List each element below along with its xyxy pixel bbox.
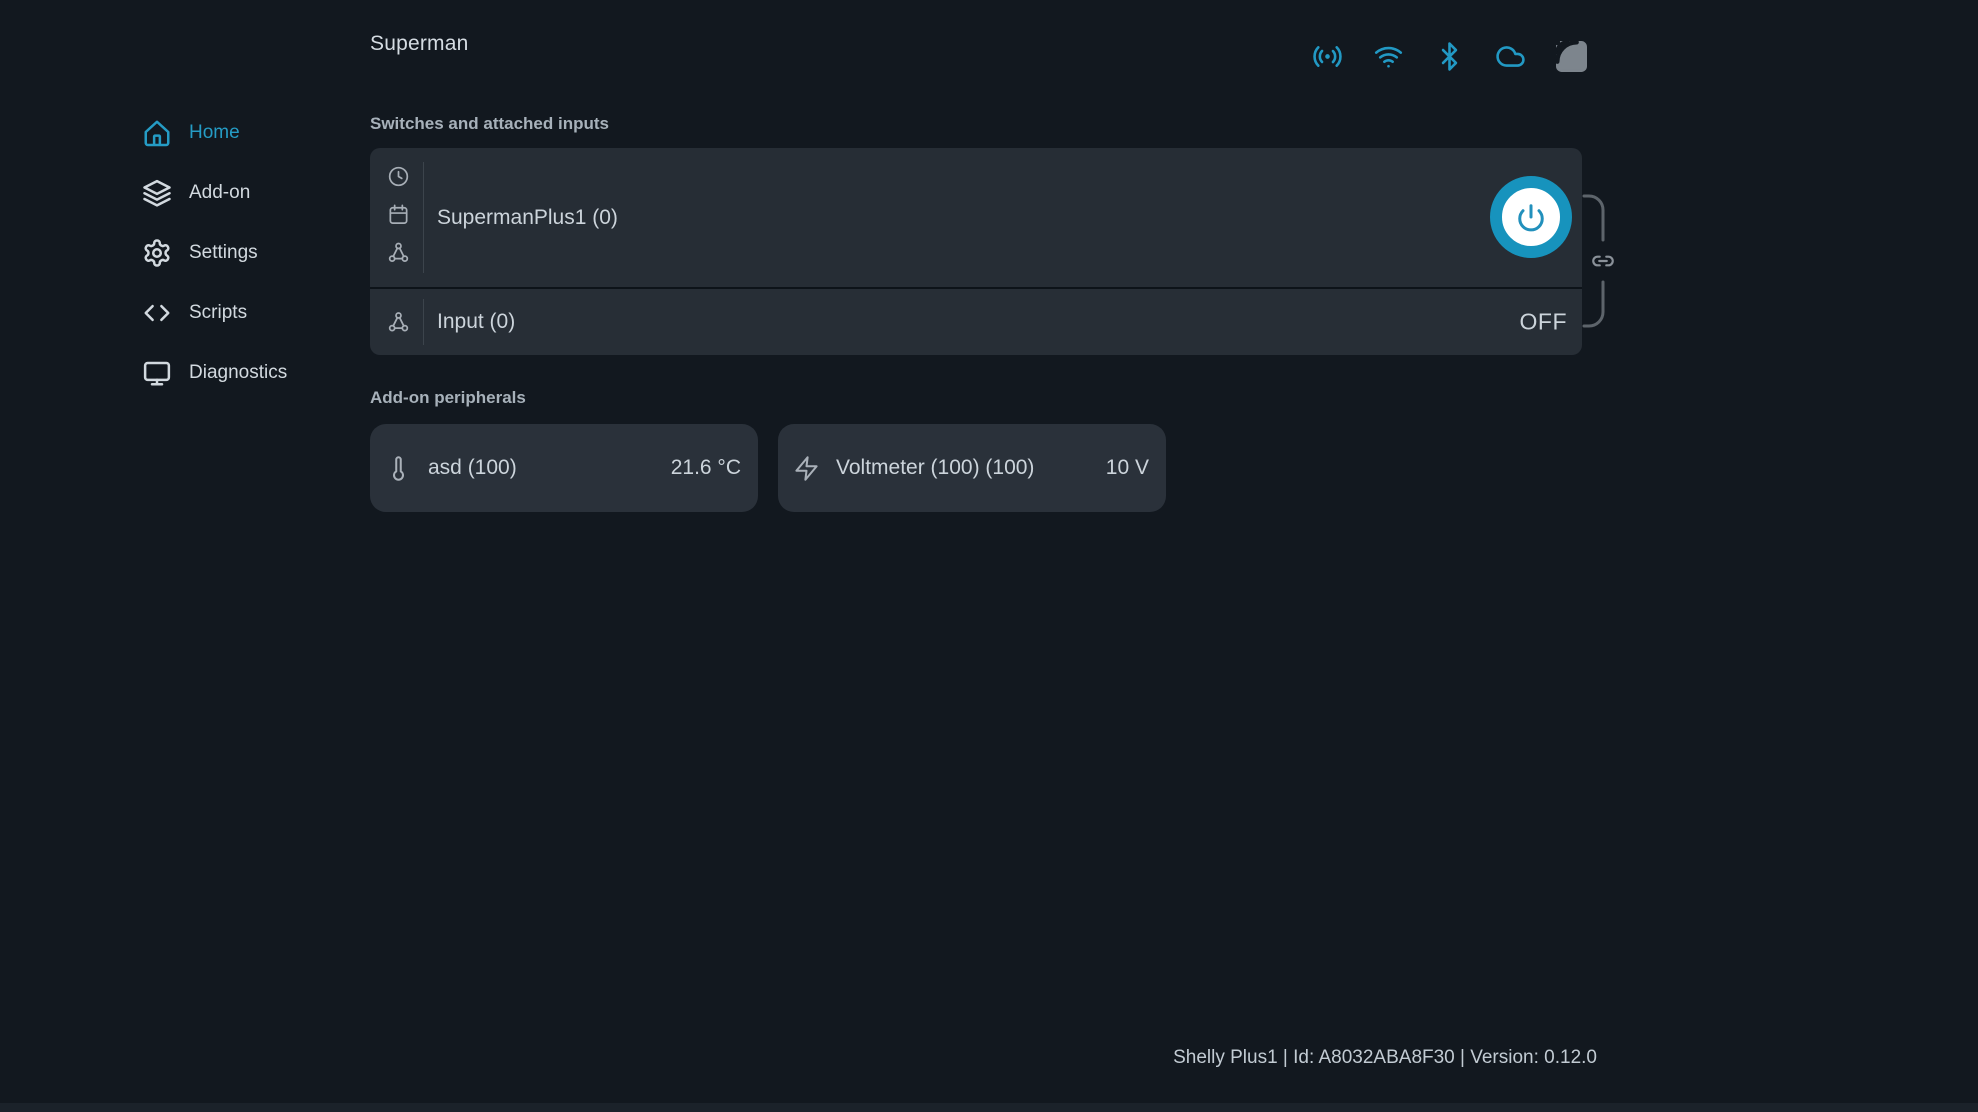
code-icon: [142, 298, 172, 328]
sidebar-item-diagnostics[interactable]: Diagnostics: [142, 343, 372, 403]
device-info-footer: Shelly Plus1 | Id: A8032ABA8F30 | Versio…: [1173, 1047, 1597, 1069]
switch-row[interactable]: SupermanPlus1 (0): [370, 148, 1582, 287]
input-state-badge: OFF: [1520, 309, 1568, 336]
status-bar: [1312, 41, 1587, 72]
schedule-icon: [387, 165, 410, 188]
home-icon: [142, 118, 172, 148]
sidebar-item-label: Add-on: [189, 182, 250, 204]
sidebar: Home Add-on Settings: [142, 103, 372, 403]
sidebar-item-settings[interactable]: Settings: [142, 223, 372, 283]
sidebar-item-scripts[interactable]: Scripts: [142, 283, 372, 343]
peripherals-list: asd (100) 21.6 °C Voltmeter (100) (100) …: [370, 424, 1166, 512]
peripheral-card-voltmeter[interactable]: Voltmeter (100) (100) 10 V: [778, 424, 1166, 512]
calendar-icon: [387, 203, 410, 226]
sidebar-item-label: Scripts: [189, 302, 247, 324]
input-row[interactable]: Input (0) OFF: [370, 289, 1582, 355]
peripheral-value: 21.6 °C: [671, 456, 741, 480]
webhook-icon: [387, 241, 410, 264]
sidebar-item-addon[interactable]: Add-on: [142, 163, 372, 223]
shelly-device-page: Superman: [0, 0, 1978, 1112]
switch-row-feature-icons: [387, 165, 410, 264]
sidebar-item-label: Diagnostics: [189, 362, 287, 384]
switches-section-title: Switches and attached inputs: [370, 114, 609, 134]
switch-card: SupermanPlus1 (0) Input (0) OFF: [370, 148, 1582, 355]
webhook-icon: [387, 311, 410, 334]
peripheral-card-temperature[interactable]: asd (100) 21.6 °C: [370, 424, 758, 512]
switch-name: SupermanPlus1 (0): [437, 206, 618, 230]
peripheral-value: 10 V: [1106, 456, 1149, 480]
monitor-icon: [142, 358, 172, 388]
sidebar-item-label: Home: [189, 122, 240, 144]
horizontal-scrollbar[interactable]: [0, 1103, 1978, 1112]
power-icon: [1516, 202, 1546, 232]
divider: [423, 299, 424, 345]
gear-icon: [142, 238, 172, 268]
sidebar-item-home[interactable]: Home: [142, 103, 372, 163]
layers-icon: [142, 178, 172, 208]
wifi-icon: [1373, 41, 1404, 72]
peripheral-name: asd (100): [428, 456, 517, 480]
link-icon: [1590, 248, 1616, 274]
power-toggle-button[interactable]: [1490, 176, 1572, 258]
thermometer-icon: [385, 455, 412, 482]
sidebar-item-label: Settings: [189, 242, 258, 264]
rss-feed-icon: [1556, 41, 1587, 72]
cloud-icon: [1495, 41, 1526, 72]
voltage-icon: [793, 455, 820, 482]
access-point-icon: [1312, 41, 1343, 72]
divider: [423, 162, 424, 273]
peripheral-name: Voltmeter (100) (100): [836, 456, 1034, 480]
bluetooth-icon: [1434, 41, 1465, 72]
page-title: Superman: [370, 32, 469, 56]
input-name: Input (0): [437, 310, 515, 334]
peripherals-section-title: Add-on peripherals: [370, 388, 526, 408]
